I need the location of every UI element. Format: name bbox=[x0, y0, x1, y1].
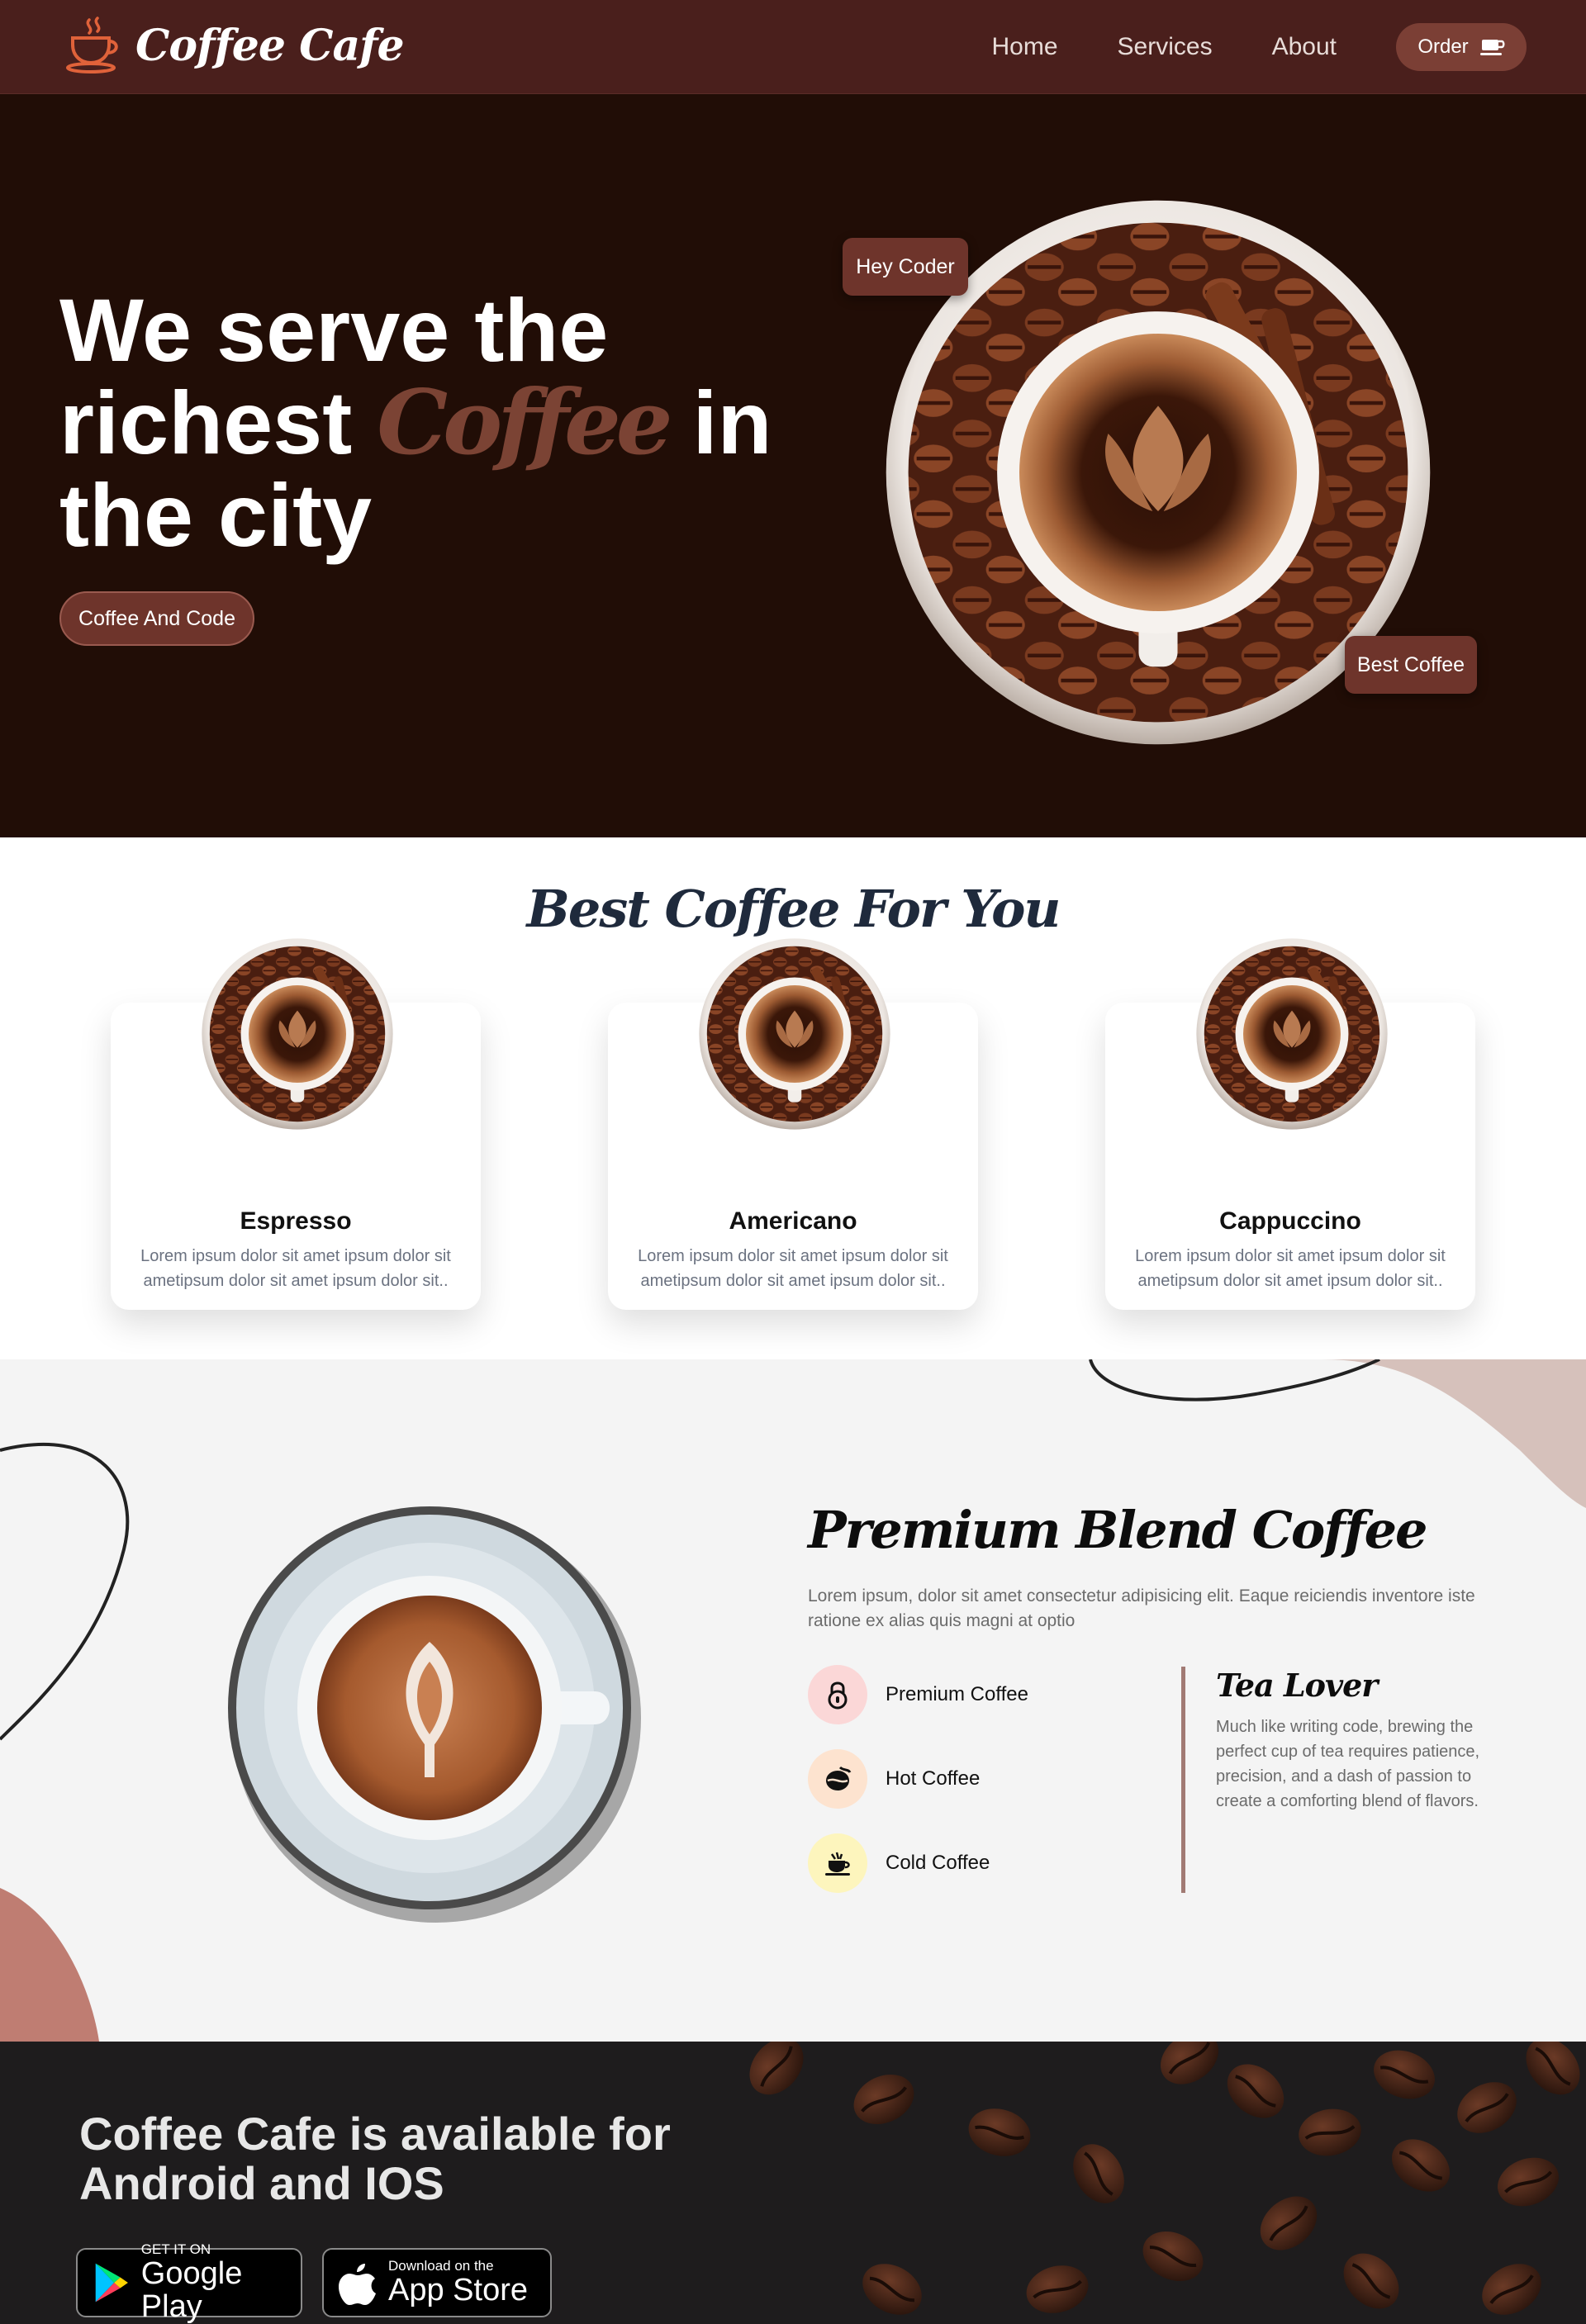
feature-label: Cold Coffee bbox=[886, 1852, 990, 1874]
feature-premium-coffee: Premium Coffee bbox=[808, 1665, 1028, 1724]
nav-about-link[interactable]: About bbox=[1272, 23, 1337, 71]
card-title: Americano bbox=[729, 1207, 857, 1235]
order-button-label: Order bbox=[1417, 36, 1469, 58]
feature-cold-coffee: Cold Coffee bbox=[808, 1833, 990, 1893]
coffee-card-americano[interactable]: Americano Lorem ipsum dolor sit amet ips… bbox=[608, 938, 978, 1310]
feature-hot-coffee: Hot Coffee bbox=[808, 1749, 980, 1809]
premium-blend-description: Lorem ipsum, dolor sit amet consectetur … bbox=[808, 1586, 1475, 1630]
card-description: Lorem ipsum dolor sit amet ipsum dolor s… bbox=[1135, 1247, 1446, 1290]
premium-blend-section: Premium Blend Coffee Lorem ipsum, dolor … bbox=[0, 1359, 1586, 2042]
coffee-mug-icon bbox=[1479, 40, 1505, 55]
hero-title-line1: We serve the bbox=[59, 280, 609, 380]
google-play-big-text: Google Play bbox=[140, 2256, 243, 2324]
lock-icon bbox=[808, 1665, 867, 1724]
best-coffee-heading: Best Coffee For You bbox=[526, 879, 1061, 939]
premium-blend-title: Premium Blend Coffee bbox=[808, 1500, 1428, 1560]
coffee-machine-icon bbox=[808, 1833, 867, 1893]
google-play-small-text: GET IT ON bbox=[140, 2241, 211, 2257]
hero-title: We serve the richest Coffee in the city bbox=[59, 284, 803, 562]
brand-name: Coffee Cafe bbox=[135, 20, 405, 71]
coffee-cup-icon bbox=[66, 17, 118, 74]
cappuccino-image bbox=[1196, 938, 1388, 1130]
nav-services-link[interactable]: Services bbox=[1118, 23, 1213, 71]
order-button[interactable]: Order bbox=[1396, 23, 1527, 71]
card-description: Lorem ipsum dolor sit amet ipsum dolor s… bbox=[140, 1247, 451, 1290]
best-coffee-section: Best Coffee For You Espresso Lorem ipsum… bbox=[0, 837, 1586, 1359]
card-title: Cappuccino bbox=[1219, 1207, 1361, 1235]
hero-title-line2-end: in bbox=[692, 372, 772, 472]
app-store-big-text: App Store bbox=[388, 2273, 528, 2307]
brand-logo[interactable]: Coffee Cafe bbox=[64, 17, 405, 74]
hey-coder-tag: Hey Coder bbox=[843, 238, 968, 296]
app-store-small-text: Download on the bbox=[388, 2258, 494, 2274]
feature-label: Hot Coffee bbox=[886, 1767, 981, 1790]
best-coffee-tag: Best Coffee bbox=[1345, 636, 1477, 694]
tea-lover-description: Much like writing code, brewing the perf… bbox=[1216, 1718, 1480, 1810]
hero-title-line2-start: richest bbox=[59, 372, 353, 472]
apple-icon bbox=[339, 2264, 376, 2305]
tea-lover-title: Tea Lover bbox=[1216, 1667, 1378, 1704]
hero-title-line3: the city bbox=[59, 465, 373, 565]
card-description: Lorem ipsum dolor sit amet ipsum dolor s… bbox=[638, 1247, 948, 1290]
google-play-button[interactable]: GET IT ON Google Play bbox=[76, 2242, 302, 2323]
hero-title-coffee-word: Coffee bbox=[377, 371, 672, 475]
main-nav: Home Services About Order bbox=[992, 23, 1527, 71]
coffee-card-espresso[interactable]: Espresso Lorem ipsum dolor sit amet ipsu… bbox=[111, 938, 481, 1310]
app-store-button[interactable]: Download on the App Store bbox=[322, 2248, 552, 2317]
hero-section: We serve the richest Coffee in the city … bbox=[0, 94, 1586, 837]
app-availability-title: Coffee Cafe is available for Android and… bbox=[79, 2108, 671, 2209]
americano-image bbox=[699, 938, 890, 1130]
navbar: Coffee Cafe Home Services About Order bbox=[0, 0, 1586, 94]
feature-label: Premium Coffee bbox=[886, 1683, 1028, 1705]
coffee-bean-icon bbox=[808, 1749, 867, 1809]
vertical-divider bbox=[1181, 1667, 1185, 1893]
app-download-section: Coffee Cafe is available for Android and… bbox=[0, 2042, 1586, 2324]
latte-cup-image bbox=[228, 1506, 641, 1923]
nav-home-link[interactable]: Home bbox=[992, 23, 1058, 71]
espresso-image bbox=[202, 938, 393, 1130]
coffee-card-cappuccino[interactable]: Cappuccino Lorem ipsum dolor sit amet ip… bbox=[1105, 938, 1475, 1310]
coffee-and-code-button[interactable]: Coffee And Code bbox=[59, 591, 254, 646]
google-play-icon bbox=[95, 2263, 128, 2303]
card-title: Espresso bbox=[240, 1207, 352, 1235]
